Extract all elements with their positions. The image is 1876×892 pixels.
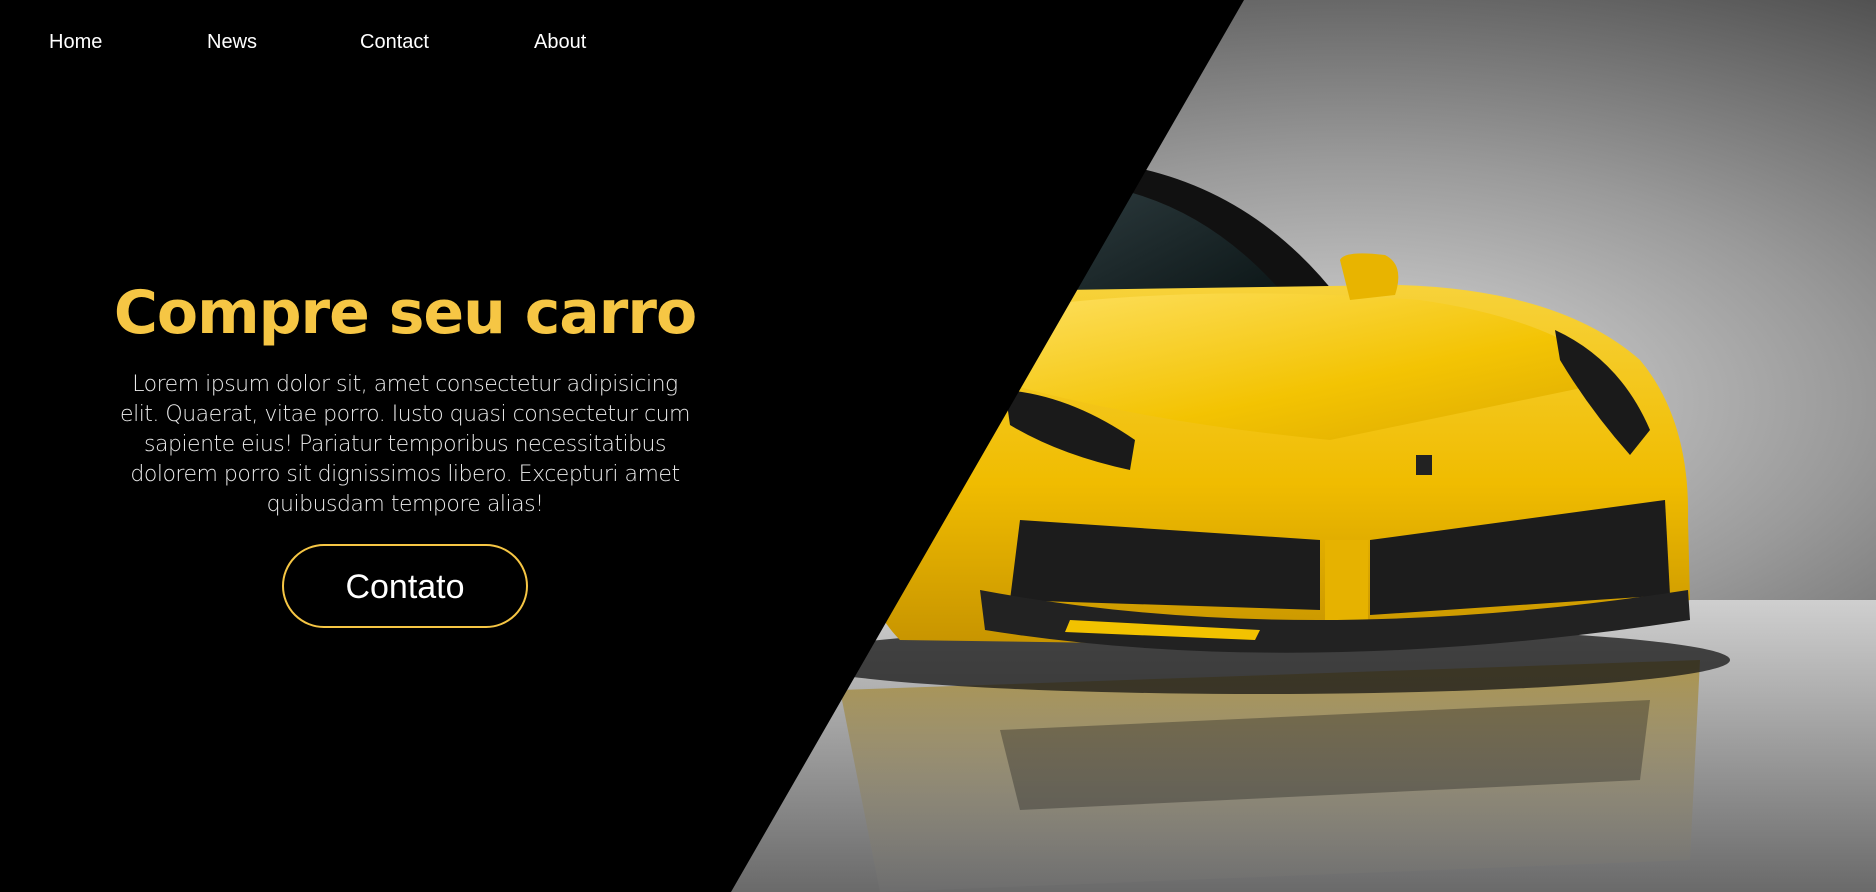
hero-section: Compre seu carro Lorem ipsum dolor sit, … xyxy=(100,270,710,628)
landing-page: Home News Contact About Compre seu carro… xyxy=(0,0,1876,892)
nav-item-about[interactable]: About xyxy=(534,31,586,54)
hero-description: Lorem ipsum dolor sit, amet consectetur … xyxy=(120,372,690,517)
nav-item-home[interactable]: Home xyxy=(49,31,102,54)
hero-title: Compre seu carro xyxy=(113,278,697,348)
nav-item-news[interactable]: News xyxy=(207,31,257,54)
nav-item-contact[interactable]: Contact xyxy=(360,31,429,54)
contato-button[interactable]: Contato xyxy=(282,544,528,628)
